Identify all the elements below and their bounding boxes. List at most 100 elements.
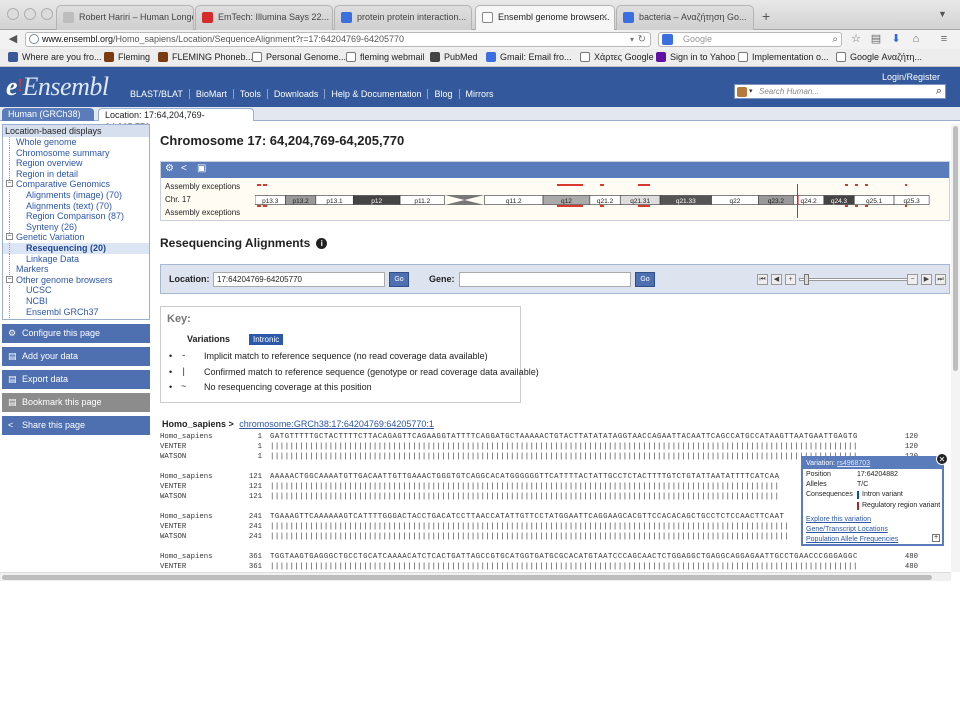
nav-blog[interactable]: Blog bbox=[428, 89, 460, 99]
bookmark-item[interactable]: Personal Genome... bbox=[252, 52, 346, 62]
bookmark-star-icon[interactable]: ☆ bbox=[849, 33, 863, 46]
url-dropdown-icon[interactable]: ▾ bbox=[630, 33, 634, 46]
vertical-scrollbar[interactable] bbox=[951, 124, 960, 572]
sidebar-item[interactable]: Region Comparison (87) bbox=[3, 211, 149, 223]
horizontal-scrollbar[interactable] bbox=[0, 572, 951, 581]
gene-input[interactable] bbox=[459, 272, 631, 287]
downloads-icon[interactable]: ⬇ bbox=[889, 33, 903, 46]
bookmark-item[interactable]: Implementation o... bbox=[738, 52, 829, 62]
bookmark-item[interactable]: Sign in to Yahoo bbox=[656, 52, 735, 62]
close-tab-icon[interactable]: ✕ bbox=[600, 12, 608, 23]
bookmark-item[interactable]: Fleming bbox=[104, 52, 150, 62]
scroll-thumb[interactable] bbox=[953, 126, 958, 371]
close-icon[interactable]: ✕ bbox=[936, 453, 948, 465]
bookmark-item[interactable]: Google Αναζήτη... bbox=[836, 52, 922, 62]
scroll-far-left-icon[interactable]: ⏮ bbox=[757, 274, 768, 285]
url-bar[interactable]: www.ensembl.org/Homo_sapiens/Location/Se… bbox=[25, 32, 651, 47]
browser-tab[interactable]: EmTech: Illumina Says 22... bbox=[195, 5, 333, 30]
zoom-out-icon[interactable]: − bbox=[907, 274, 918, 285]
tab-list-icon[interactable]: ▼ bbox=[938, 9, 947, 19]
scroll-thumb[interactable] bbox=[2, 575, 932, 580]
nav-downloads[interactable]: Downloads bbox=[268, 89, 326, 99]
gene-locations-link[interactable]: Gene/Transcript Locations bbox=[806, 526, 888, 533]
back-icon[interactable]: ◀ bbox=[4, 32, 22, 47]
zoom-handle[interactable] bbox=[804, 274, 809, 285]
reload-icon[interactable]: ↻ bbox=[638, 33, 646, 46]
browser-search-box[interactable]: Google ⌕ bbox=[658, 32, 842, 47]
collapse-icon[interactable]: − bbox=[6, 275, 13, 283]
location-input[interactable] bbox=[213, 272, 385, 287]
share-icon[interactable]: < bbox=[181, 163, 187, 174]
location-go-button[interactable]: Go bbox=[389, 272, 409, 287]
sidebar-button[interactable]: < Share this page bbox=[2, 416, 150, 436]
reading-list-icon[interactable]: ▤ bbox=[869, 33, 883, 46]
sidebar-button[interactable]: ▤ Add your data bbox=[2, 347, 150, 367]
bookmark-item[interactable]: fleming webmail bbox=[346, 52, 425, 62]
chevron-down-icon[interactable]: ▾ bbox=[749, 87, 753, 95]
bookmark-item[interactable]: Where are you fro... bbox=[8, 52, 102, 62]
variation-id-link[interactable]: rs4968703 bbox=[837, 460, 870, 467]
close-window-button[interactable] bbox=[7, 8, 19, 20]
collapse-icon[interactable]: − bbox=[6, 233, 13, 241]
bookmark-item[interactable]: PubMed bbox=[430, 52, 478, 62]
sidebar-item[interactable]: Alignments (image) (70) bbox=[3, 189, 149, 201]
sidebar-item[interactable]: NCBI bbox=[3, 295, 149, 307]
home-icon[interactable]: ⌂ bbox=[909, 33, 923, 46]
browser-tab-active[interactable]: Ensembl genome browser... ✕ bbox=[475, 5, 615, 31]
sidebar-item[interactable]: − Comparative Genomics bbox=[3, 179, 149, 190]
login-register-link[interactable]: Login/Register bbox=[882, 72, 940, 82]
tab-location[interactable]: Location: 17:64,204,769-64,205,770 bbox=[98, 108, 254, 132]
scroll-left-icon[interactable]: ◀ bbox=[771, 274, 782, 285]
sidebar-item[interactable]: Chromosome summary bbox=[3, 147, 149, 159]
nav-blast[interactable]: BLAST/BLAT bbox=[130, 89, 190, 99]
sidebar-button[interactable]: ▤ Bookmark this page bbox=[2, 393, 150, 413]
browser-tab[interactable]: Robert Hariri – Human Longev... bbox=[56, 5, 194, 30]
sidebar-item[interactable]: Alignments (text) (70) bbox=[3, 200, 149, 212]
gear-icon[interactable]: ⚙ bbox=[165, 163, 174, 174]
sidebar-item[interactable]: Linkage Data bbox=[3, 253, 149, 265]
bookmark-item[interactable]: Gmail: Email fro... bbox=[486, 52, 572, 62]
expand-icon[interactable]: + bbox=[932, 534, 940, 542]
sidebar-button[interactable]: ⚙ Configure this page bbox=[2, 324, 150, 344]
species-search-input[interactable]: ▾ Search Human... ⌕ bbox=[734, 84, 946, 99]
zoom-track[interactable] bbox=[799, 278, 917, 281]
image-export-icon[interactable]: ▣ bbox=[197, 163, 206, 174]
scroll-far-right-icon[interactable]: ⏭ bbox=[935, 274, 946, 285]
sidebar-item[interactable]: Whole genome bbox=[3, 137, 149, 148]
nav-mirrors[interactable]: Mirrors bbox=[460, 89, 500, 99]
nav-tools[interactable]: Tools bbox=[234, 89, 268, 99]
scroll-right-icon[interactable]: ▶ bbox=[921, 274, 932, 285]
zoom-in-icon[interactable]: + bbox=[785, 274, 796, 285]
allele-frequencies-link[interactable]: Population Allele Frequencies bbox=[806, 536, 898, 543]
search-icon[interactable]: ⌕ bbox=[936, 85, 942, 98]
bookmark-item[interactable]: Χάρτες Google bbox=[580, 52, 654, 62]
explore-variation-link[interactable]: Explore this variation bbox=[806, 516, 871, 523]
browser-tab[interactable]: bacteria – Αναζήτηση Go... bbox=[616, 5, 754, 30]
sidebar-item[interactable]: − Genetic Variation bbox=[3, 232, 149, 243]
nav-biomart[interactable]: BioMart bbox=[190, 89, 234, 99]
sidebar-item[interactable]: Region overview bbox=[3, 158, 149, 170]
zoom-slider[interactable]: ⏮ ◀ + − ▶ ⏭ bbox=[757, 274, 947, 286]
gene-go-button[interactable]: Go bbox=[635, 272, 655, 287]
sidebar-item[interactable]: Resequencing (20) bbox=[3, 242, 149, 254]
sidebar-item[interactable]: UCSC bbox=[3, 285, 149, 297]
sidebar-item[interactable]: Ensembl GRCh37 bbox=[3, 306, 149, 318]
sidebar-item[interactable]: Synteny (26) bbox=[3, 221, 149, 233]
sidebar-item[interactable]: Region in detail bbox=[3, 168, 149, 180]
alignment-region-link[interactable]: chromosome:GRCh38:17:64204769:64205770:1 bbox=[239, 419, 434, 429]
new-tab-button[interactable]: + bbox=[762, 8, 770, 24]
ensembl-logo[interactable]: e!Ensembl bbox=[6, 72, 109, 102]
browser-tab[interactable]: protein protein interaction... bbox=[334, 5, 472, 30]
zoom-window-button[interactable] bbox=[41, 8, 53, 20]
sidebar-button[interactable]: ▤ Export data bbox=[2, 370, 150, 390]
nav-help[interactable]: Help & Documentation bbox=[325, 89, 429, 99]
collapse-icon[interactable]: − bbox=[6, 180, 13, 188]
tab-species[interactable]: Human (GRCh38) ▼ bbox=[2, 108, 94, 131]
bookmark-item[interactable]: FLEMING Phoneb... bbox=[158, 52, 253, 62]
sidebar-item[interactable]: − Other genome browsers bbox=[3, 275, 149, 286]
search-icon[interactable]: ⌕ bbox=[832, 33, 838, 46]
info-icon[interactable]: i bbox=[316, 238, 328, 249]
sidebar-item[interactable]: Markers bbox=[3, 264, 149, 276]
minimize-window-button[interactable] bbox=[24, 8, 36, 20]
menu-icon[interactable]: ≡ bbox=[937, 33, 951, 46]
